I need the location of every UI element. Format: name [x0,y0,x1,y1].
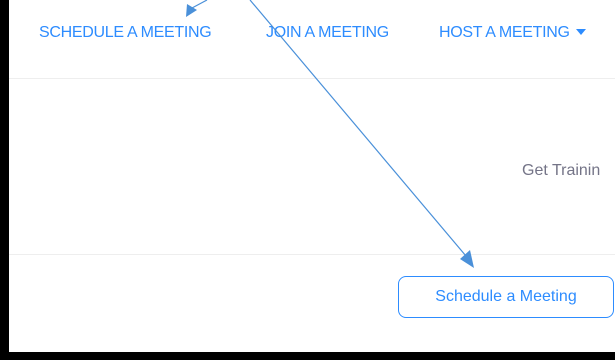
top-navigation: SCHEDULE A MEETING JOIN A MEETING HOST A… [9,0,615,79]
get-training-link[interactable]: Get Trainin [522,162,600,180]
section-divider [9,254,615,255]
nav-host-label: HOST A MEETING [439,24,570,41]
nav-schedule-a-meeting[interactable]: SCHEDULE A MEETING [39,24,212,42]
schedule-button-label: Schedule a Meeting [435,288,577,305]
schedule-a-meeting-button[interactable]: Schedule a Meeting [398,276,614,318]
app-window: SCHEDULE A MEETING JOIN A MEETING HOST A… [9,0,615,352]
caret-down-icon [575,28,586,35]
nav-host-a-meeting[interactable]: HOST A MEETING [439,24,586,42]
nav-join-a-meeting[interactable]: JOIN A MEETING [266,24,389,42]
